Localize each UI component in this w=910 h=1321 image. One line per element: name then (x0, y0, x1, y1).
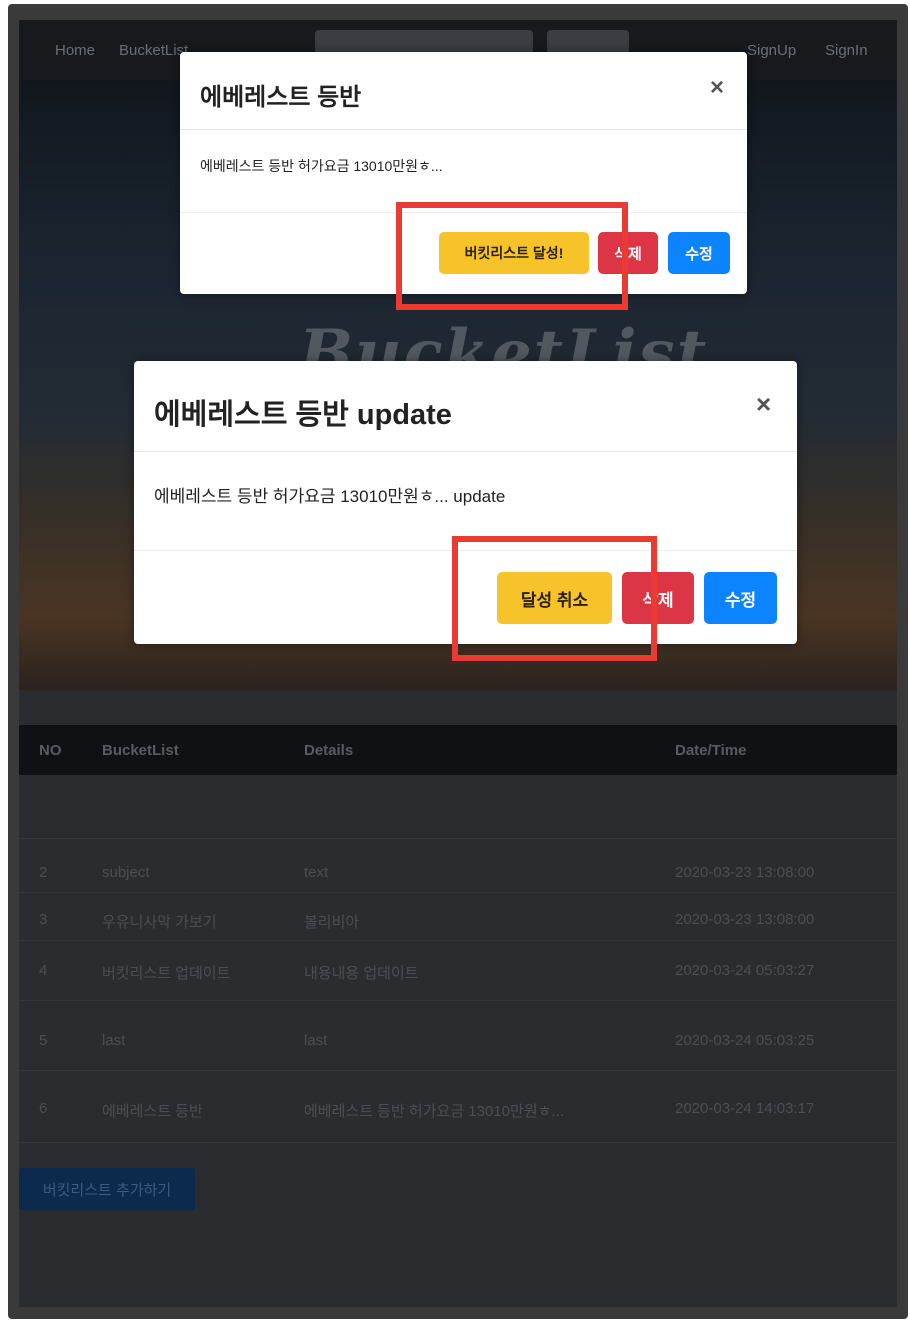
cell-no: 3 (39, 911, 48, 928)
close-icon[interactable]: × (710, 74, 724, 102)
cell-details: 내용내용 업데이트 (304, 965, 419, 982)
row-divider (19, 892, 897, 893)
th-bucketlist: BucketList (102, 742, 179, 759)
th-no: NO (39, 742, 62, 759)
row-divider (19, 1142, 897, 1143)
cell-no: 4 (39, 962, 48, 979)
cell-datetime: 2020-03-23 13:08:00 (675, 911, 815, 928)
cell-subject[interactable]: last (102, 1032, 125, 1049)
cell-no: 5 (39, 1032, 48, 1049)
cell-details: last (304, 1032, 328, 1049)
nav-bucketlist-link[interactable]: BucketList (119, 42, 188, 59)
cell-datetime: 2020-03-24 05:03:27 (675, 962, 815, 979)
th-details: Details (304, 742, 354, 759)
cell-subject[interactable]: 우유니사막 가보기 (102, 911, 217, 932)
row-divider (19, 1070, 897, 1071)
modal-body-text: 에베레스트 등반 허가요금 13010만원ㅎ... (200, 158, 443, 174)
row-divider (19, 1000, 897, 1001)
cell-subject[interactable]: 버킷리스트 업데이트 (102, 962, 230, 983)
highlight-achieve-box (396, 202, 628, 310)
cell-no: 2 (39, 864, 48, 881)
nav-signup-link[interactable]: SignUp (747, 42, 796, 59)
cell-details: 에베레스트 등반 허가요금 13010만원ㅎ... (304, 1103, 564, 1120)
cell-datetime: 2020-03-24 14:03:17 (675, 1100, 815, 1117)
row-divider (19, 940, 897, 941)
row-divider (19, 838, 897, 839)
modal-body-text: 에베레스트 등반 허가요금 13010만원ㅎ... update (154, 487, 506, 506)
th-datetime: Date/Time (675, 742, 747, 759)
cell-no: 6 (39, 1100, 48, 1117)
cell-details: text (304, 864, 329, 881)
close-icon[interactable]: × (756, 389, 771, 420)
nav-home-link[interactable]: Home (55, 42, 95, 59)
modal-title: 에베레스트 등반 (200, 84, 362, 111)
cell-subject[interactable]: 에베레스트 등반 (102, 1100, 203, 1121)
edit-button[interactable]: 수정 (704, 572, 777, 624)
edit-button[interactable]: 수정 (668, 232, 730, 274)
modal-title: 에베레스트 등반 update (154, 399, 452, 431)
highlight-cancel-box (452, 536, 657, 661)
cell-datetime: 2020-03-23 13:08:00 (675, 864, 815, 881)
cell-datetime: 2020-03-24 05:03:25 (675, 1032, 815, 1049)
cell-subject[interactable]: subject (102, 864, 150, 881)
cell-details: 볼리비아 (304, 914, 360, 931)
nav-signin-link[interactable]: SignIn (825, 42, 868, 59)
add-bucketlist-button[interactable]: 버킷리스트 추가하기 (19, 1168, 195, 1210)
